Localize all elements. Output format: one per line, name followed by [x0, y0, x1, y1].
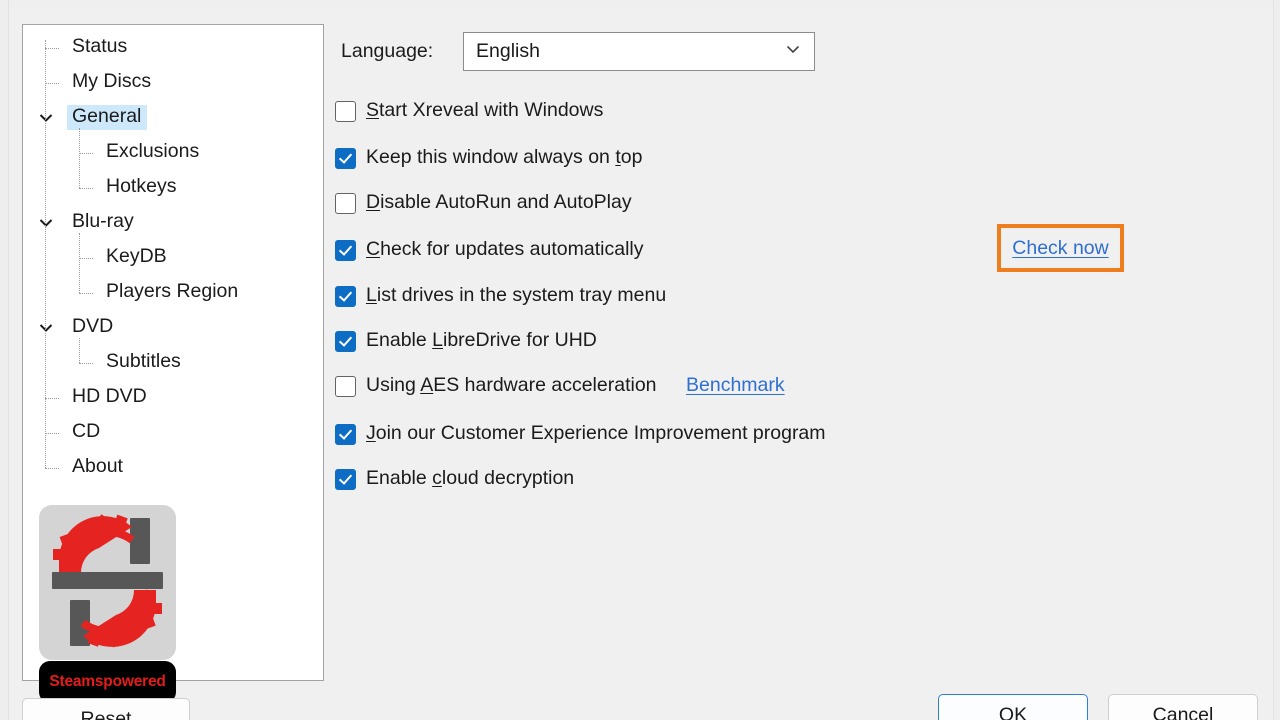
watermark-badge-label: Steamspowered: [49, 673, 166, 690]
sidebar-item-hd-dvd[interactable]: HD DVD: [23, 380, 323, 415]
language-select-value: English: [476, 40, 540, 62]
check-now-link[interactable]: Check now: [1012, 237, 1108, 260]
checkbox-row-always-on-top[interactable]: Keep this window always on top: [335, 145, 642, 171]
sidebar-item-label: DVD: [72, 315, 114, 338]
accelerator-char: S: [366, 99, 380, 122]
sidebar-item-label: Status: [72, 35, 128, 58]
tree-connector-line: [45, 82, 59, 85]
sidebar-item-subtitles[interactable]: Subtitles: [23, 345, 323, 380]
checkbox-always-on-top[interactable]: [335, 147, 356, 169]
tree-connector-line: [79, 362, 93, 365]
tree-connector-line: [79, 152, 93, 155]
checkbox-list-drives-tray[interactable]: [335, 285, 356, 307]
checkbox-label-list-drives-tray: List drives in the system tray menu: [366, 284, 667, 307]
checkbox-row-start-with-windows[interactable]: Start Xreveal with Windows: [335, 98, 603, 124]
checkbox-label-check-updates: Check for updates automatically: [366, 238, 644, 261]
checkbox-disable-autorun[interactable]: [335, 192, 356, 214]
checkbox-cloud-decryption[interactable]: [335, 468, 356, 490]
sidebar-item-hotkeys[interactable]: Hotkeys: [23, 170, 323, 205]
sidebar-item-label: General: [67, 105, 148, 130]
checkbox-row-libredrive-uhd[interactable]: Enable LibreDrive for UHD: [335, 328, 597, 354]
sidebar-item-label: About: [72, 455, 123, 478]
tree-connector-line: [45, 432, 59, 435]
checkbox-row-customer-experience[interactable]: Join our Customer Experience Improvement…: [335, 421, 826, 447]
tree-connector-line: [79, 232, 81, 293]
window-right-edge: [1273, 0, 1280, 720]
gears-logo-icon: [39, 505, 176, 660]
language-label: Language:: [341, 40, 434, 62]
sidebar-item-label: My Discs: [72, 70, 152, 93]
checkbox-row-check-updates[interactable]: Check for updates automatically: [335, 237, 644, 263]
sidebar-item-label: Subtitles: [106, 350, 181, 373]
reset-button[interactable]: Reset: [22, 698, 190, 720]
sidebar-item-players-region[interactable]: Players Region: [23, 275, 323, 310]
checkbox-aes-acceleration[interactable]: [335, 375, 356, 397]
tree-connector-line: [79, 292, 93, 295]
sidebar-item-cd[interactable]: CD: [23, 415, 323, 450]
accelerator-char: c: [432, 467, 442, 490]
checkbox-label-libredrive-uhd: Enable LibreDrive for UHD: [366, 329, 597, 352]
ok-button-label: OK: [998, 704, 1028, 720]
tree-connector-line: [45, 467, 59, 470]
checkbox-customer-experience[interactable]: [335, 423, 356, 445]
sidebar-item-label: Hotkeys: [106, 175, 177, 198]
ok-button[interactable]: OK: [938, 694, 1088, 720]
checkbox-libredrive-uhd[interactable]: [335, 330, 356, 352]
sidebar-item-dvd[interactable]: DVD: [23, 310, 323, 345]
sidebar-item-status[interactable]: Status: [23, 30, 323, 65]
tree-connector-line: [45, 47, 59, 50]
general-settings-pane: Language: English Start Xreveal with Win…: [325, 10, 1273, 682]
tree-connector-line: [45, 39, 47, 468]
sidebar-item-blu-ray[interactable]: Blu-ray: [23, 205, 323, 240]
checkbox-row-cloud-decryption[interactable]: Enable cloud decryption: [335, 466, 574, 492]
window-top-edge: [0, 0, 1280, 7]
sidebar-item-my-discs[interactable]: My Discs: [23, 65, 323, 100]
tree-connector-line: [79, 257, 93, 260]
checkbox-label-aes-acceleration: Using AES hardware acceleration: [366, 374, 657, 397]
sidebar-item-label: Exclusions: [106, 140, 200, 163]
checkbox-label-disable-autorun: Disable AutoRun and AutoPlay: [366, 191, 632, 214]
language-row: Language: English: [341, 32, 815, 71]
chevron-down-icon: [784, 40, 802, 64]
sidebar-item-label: CD: [72, 420, 101, 443]
accelerator-char: t: [615, 146, 621, 169]
accelerator-char: L: [432, 329, 443, 352]
checkbox-label-cloud-decryption: Enable cloud decryption: [366, 467, 575, 490]
settings-window: Status My Discs General Exclusions Hotkeys Bl…: [0, 0, 1280, 720]
benchmark-link[interactable]: Benchmark: [686, 374, 785, 397]
cancel-button-label: Cancel: [1152, 704, 1214, 720]
sidebar-item-general[interactable]: General: [23, 100, 323, 135]
sidebar-item-label: Players Region: [106, 280, 239, 303]
accelerator-char: D: [366, 191, 381, 214]
sidebar-item-label: Blu-ray: [72, 210, 134, 233]
tree-connector-line: [45, 397, 59, 400]
accelerator-char: C: [366, 238, 381, 261]
tree-connector-line: [79, 337, 81, 363]
checkbox-label-start-with-windows: Start Xreveal with Windows: [366, 99, 604, 122]
checkbox-check-updates[interactable]: [335, 239, 356, 261]
sidebar-item-exclusions[interactable]: Exclusions: [23, 135, 323, 170]
tree-connector-line: [79, 127, 81, 188]
language-select[interactable]: English: [463, 32, 815, 71]
accelerator-char: A: [420, 374, 434, 397]
checkbox-row-disable-autorun[interactable]: Disable AutoRun and AutoPlay: [335, 190, 632, 216]
checkbox-row-list-drives-tray[interactable]: List drives in the system tray menu: [335, 283, 666, 309]
cancel-button[interactable]: Cancel: [1108, 694, 1258, 720]
sidebar-item-keydb[interactable]: KeyDB: [23, 240, 323, 275]
check-now-highlight: Check now: [997, 224, 1124, 272]
accelerator-char: L: [366, 284, 377, 307]
tree-connector-line: [79, 187, 93, 190]
checkbox-label-customer-experience: Join our Customer Experience Improvement…: [366, 422, 826, 445]
checkbox-label-always-on-top: Keep this window always on top: [366, 146, 643, 169]
reset-button-label: Reset: [80, 708, 132, 720]
checkbox-row-aes-acceleration[interactable]: Using AES hardware acceleration: [335, 373, 657, 399]
sidebar-item-about[interactable]: About: [23, 450, 323, 485]
sidebar-item-label: KeyDB: [106, 245, 167, 268]
sidebar-item-label: HD DVD: [72, 385, 147, 408]
window-left-edge: [0, 0, 9, 720]
watermark-badge: Steamspowered: [39, 661, 176, 703]
checkbox-start-with-windows[interactable]: [335, 100, 356, 122]
accelerator-char: J: [366, 422, 376, 445]
